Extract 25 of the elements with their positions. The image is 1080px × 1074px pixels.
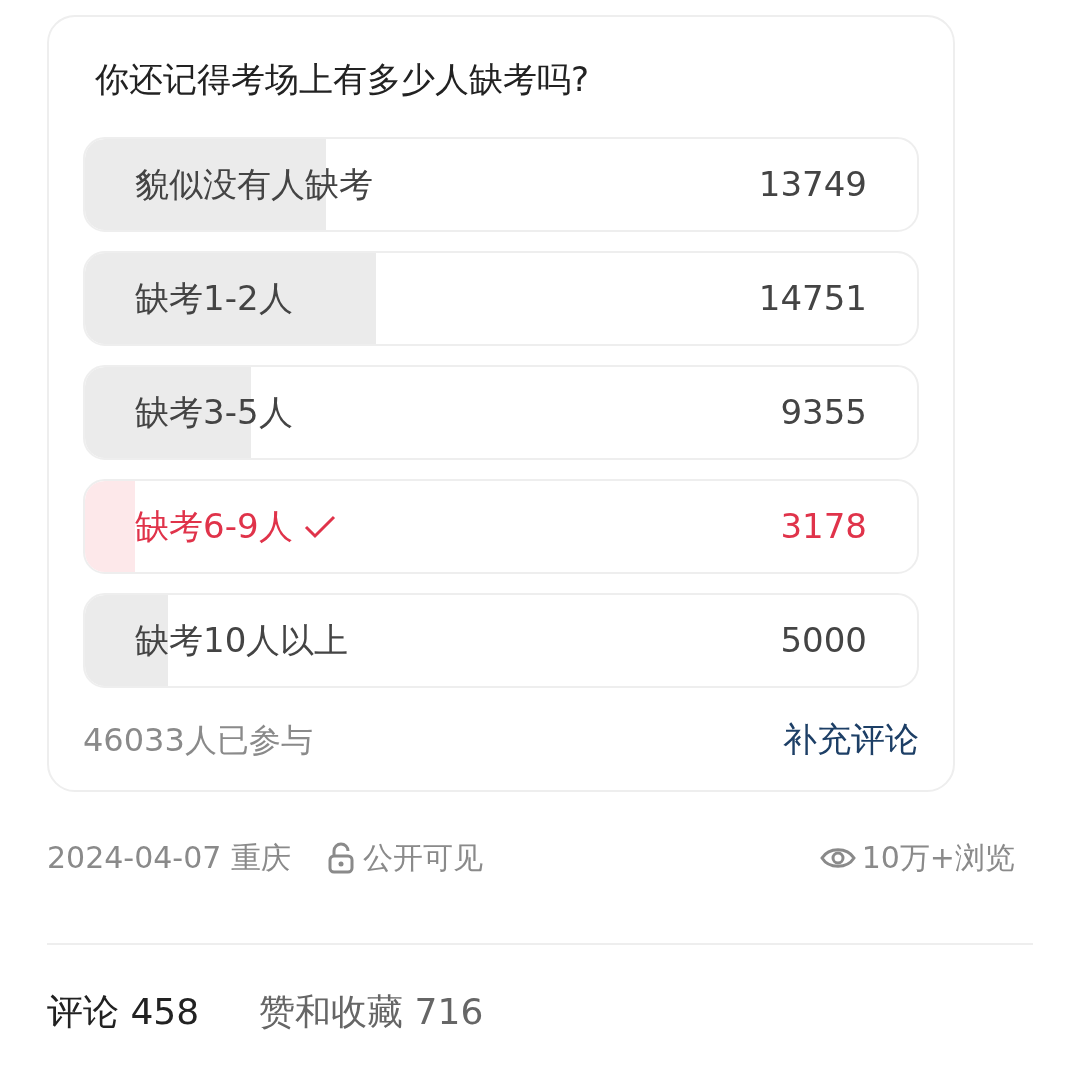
poll-option[interactable]: 缺考10人以上 5000 <box>83 593 919 688</box>
date-location: 2024-04-07 重庆 <box>47 839 291 877</box>
tab[interactable]: 评论 458 <box>47 985 200 1039</box>
vote-count: 9355 <box>780 391 867 434</box>
poll-option[interactable]: 貌似没有人缺考 13749 <box>83 137 919 232</box>
option-label: 缺考6-9人 <box>135 505 293 548</box>
lock-icon <box>326 841 355 874</box>
option-label: 缺考3-5人 <box>135 391 293 434</box>
view-count: 10万+浏览 <box>861 839 1015 877</box>
option-label: 貌似没有人缺考 <box>135 163 373 206</box>
poll-option[interactable]: 缺考6-9人 3178 <box>83 479 919 574</box>
vote-count: 3178 <box>780 505 867 548</box>
poll-option[interactable]: 缺考3-5人 9355 <box>83 365 919 460</box>
poll-question: 你还记得考场上有多少人缺考吗? <box>95 58 591 101</box>
vote-count: 14751 <box>758 277 867 320</box>
tab[interactable]: 赞和收藏 716 <box>259 985 484 1039</box>
participant-count: 46033人已参与 <box>83 719 313 761</box>
option-label: 缺考10人以上 <box>135 619 349 662</box>
vote-count: 13749 <box>758 163 867 206</box>
option-label: 缺考1-2人 <box>135 277 293 320</box>
visibility-label: 公开可见 <box>362 839 483 877</box>
poll-option[interactable]: 缺考1-2人 14751 <box>83 251 919 346</box>
add-comment-link[interactable]: 补充评论 <box>783 714 919 765</box>
vote-count: 5000 <box>780 619 867 662</box>
check-icon <box>302 513 337 540</box>
